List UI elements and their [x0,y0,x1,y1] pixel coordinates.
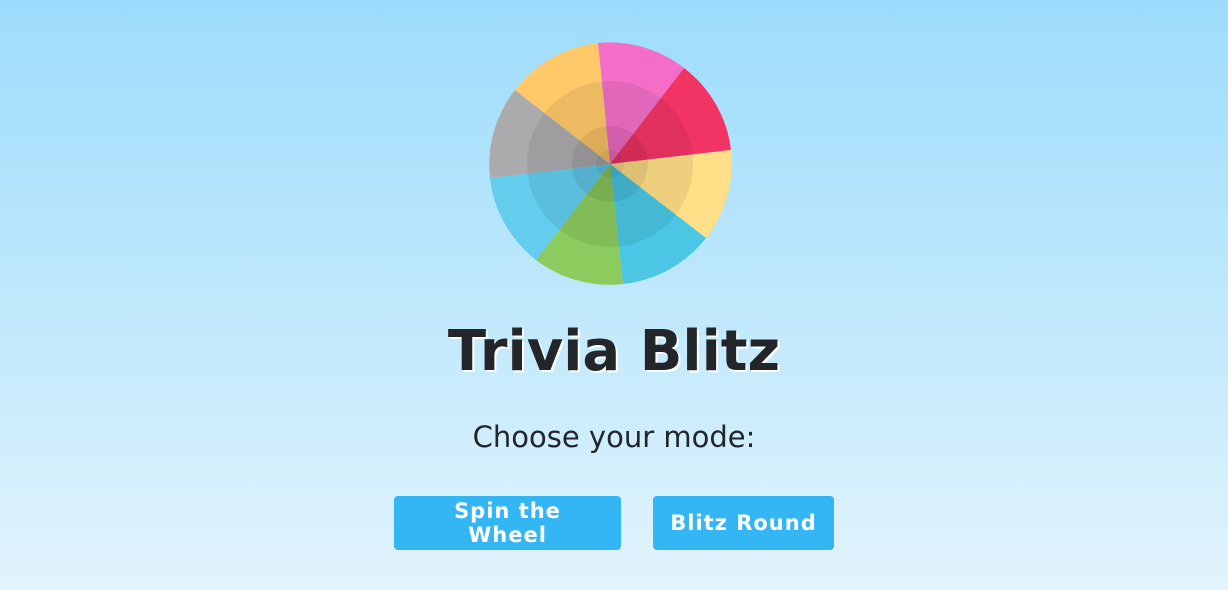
spin-the-wheel-button[interactable]: Spin the Wheel [394,496,621,550]
page-title: Trivia Blitz [447,319,781,384]
mode-prompt: Choose your mode: [472,420,756,454]
category-wheel-icon [488,42,733,287]
blitz-round-button[interactable]: Blitz Round [653,496,834,550]
wheel-graphic [489,42,732,285]
mode-buttons: Spin the Wheel Blitz Round [0,496,1228,550]
wheel-ring-inner [596,150,624,178]
